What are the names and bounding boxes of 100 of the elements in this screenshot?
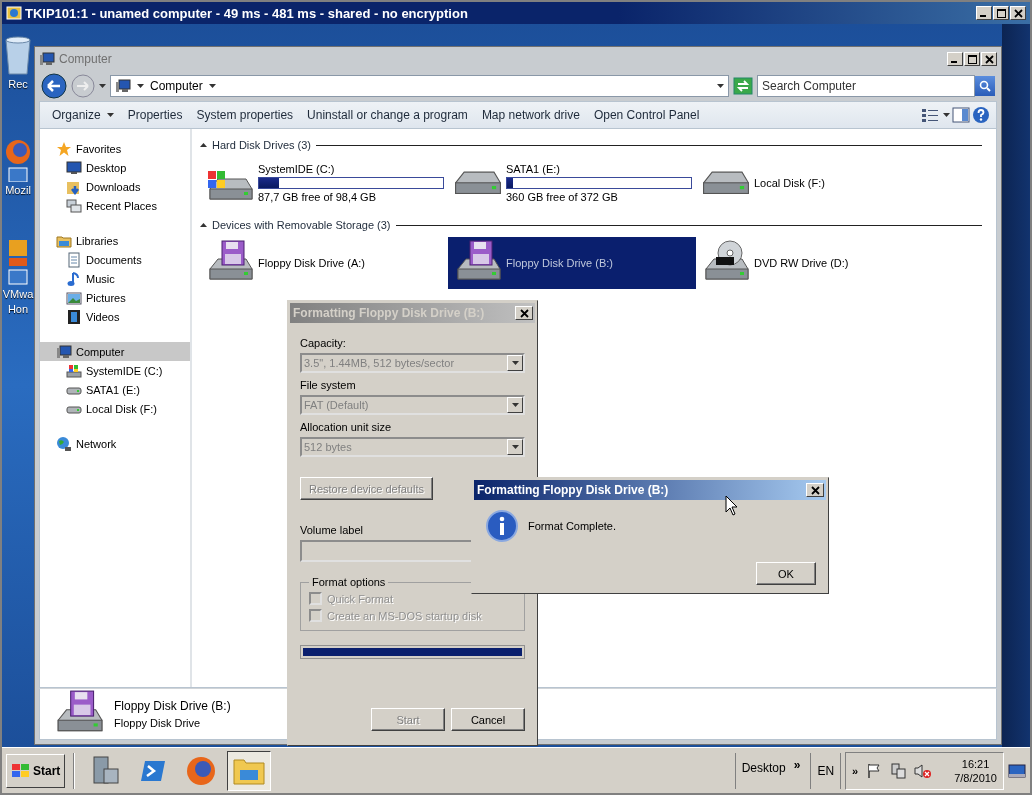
sidebar-item[interactable]: Pictures	[40, 288, 190, 307]
sidebar-item[interactable]: Music	[40, 269, 190, 288]
network-icon[interactable]	[890, 762, 907, 779]
maximize-button[interactable]	[964, 52, 980, 66]
star-icon	[56, 140, 72, 157]
dialog-button[interactable]: Cancel	[451, 708, 525, 731]
drive-tile[interactable]: Local Disk (F:)	[696, 157, 944, 209]
toolbar-button[interactable]: Properties	[121, 104, 189, 126]
computer-icon	[56, 343, 72, 360]
close-icon	[984, 54, 994, 64]
drive-name: SATA1 (E:)	[506, 163, 561, 175]
drive-name: Floppy Disk Drive (B:)	[506, 257, 613, 269]
group-header: Devices with Removable Storage (3)	[212, 219, 391, 231]
drive-name: Floppy Disk Drive (A:)	[258, 257, 365, 269]
drive-name: SystemIDE (C:)	[258, 163, 336, 175]
toolbar-label: Desktop	[741, 760, 786, 775]
ok-button[interactable]: OK	[756, 562, 816, 585]
close-button[interactable]	[806, 483, 824, 497]
free-space-text: 87,7 GB free of 98,4 GB	[258, 191, 377, 203]
icon-label: VMwa	[2, 288, 34, 301]
monitor-icon	[66, 159, 82, 176]
drive-tile[interactable]: Floppy Disk Drive (A:)	[200, 237, 448, 289]
window-title: TKIP101:1 - unamed computer - 49 ms - 481 ms - shared - no encryption	[25, 5, 469, 21]
sidebar-item[interactable]: Documents	[40, 250, 190, 269]
help-button[interactable]	[972, 106, 990, 124]
close-icon	[1013, 8, 1023, 18]
server-manager-icon	[90, 754, 121, 787]
search-field[interactable]: Search Computer	[757, 75, 975, 97]
sidebar-item[interactable]: Recent Places	[40, 196, 190, 215]
close-button[interactable]	[1010, 6, 1026, 20]
drive-tile[interactable]: Floppy Disk Drive (B:)	[448, 237, 696, 289]
clock-time: 16:21	[961, 757, 990, 770]
sidebar-item[interactable]: SystemIDE (C:)	[40, 361, 190, 380]
caret-icon	[137, 84, 144, 88]
info-icon	[486, 510, 518, 542]
speaker-muted-icon[interactable]	[914, 762, 933, 779]
details-type: Floppy Disk Drive	[114, 717, 202, 729]
back-button[interactable]	[41, 73, 67, 99]
sidebar-item[interactable]: Local Disk (F:)	[40, 399, 190, 418]
close-button[interactable]	[981, 52, 997, 66]
caret-icon	[511, 445, 519, 449]
sidebar-item[interactable]: Computer	[40, 342, 190, 361]
computer-icon	[39, 51, 55, 67]
details-name: Floppy Disk Drive (B:)	[114, 699, 231, 713]
hard-drive-icon	[702, 170, 750, 196]
caret-icon	[208, 84, 216, 88]
address-bar[interactable]: Computer	[110, 75, 729, 97]
sidebar-item[interactable]: Videos	[40, 307, 190, 326]
toolbar-button[interactable]: Organize	[46, 104, 120, 126]
sidebar-item[interactable]: Libraries	[40, 231, 190, 250]
maximize-icon	[996, 8, 1006, 18]
browser-icon	[3, 138, 33, 182]
show-hidden-icons-button[interactable]: »	[852, 764, 859, 777]
field-label: Volume label	[300, 524, 364, 536]
app-icon	[6, 5, 22, 21]
network-icon	[56, 435, 72, 452]
cursor-icon	[725, 495, 738, 516]
computer-icon	[115, 78, 131, 94]
collapse-icon[interactable]	[200, 143, 207, 147]
close-icon	[810, 485, 820, 495]
drive-tile[interactable]: DVD RW Drive (D:)	[696, 237, 944, 289]
more-button[interactable]: »	[793, 760, 801, 769]
field-label: File system	[300, 379, 357, 391]
view-options-button[interactable]	[921, 107, 941, 123]
windows-logo-icon	[11, 762, 31, 779]
drive-tile[interactable]: SystemIDE (C:) 87,7 GB free of 98,4 GB	[200, 157, 448, 209]
message-text: Format Complete.	[528, 520, 617, 532]
refresh-button[interactable]	[733, 77, 753, 95]
maximize-button[interactable]	[993, 6, 1009, 20]
toolbar-button[interactable]: Open Control Panel	[587, 104, 706, 126]
taskbar-button[interactable]	[227, 750, 272, 791]
drive-name: DVD RW Drive (D:)	[754, 257, 849, 269]
start-button[interactable]: Start	[6, 753, 66, 788]
toolbar-button[interactable]: System properties	[190, 104, 300, 126]
show-desktop-button[interactable]	[1008, 763, 1026, 778]
preview-pane-button[interactable]	[952, 107, 970, 123]
window-title: Computer	[59, 52, 113, 66]
sidebar-item[interactable]: Favorites	[40, 139, 190, 158]
minimize-button[interactable]	[976, 6, 992, 20]
caret-icon	[717, 84, 724, 88]
flag-icon[interactable]	[866, 762, 883, 779]
collapse-icon[interactable]	[200, 223, 207, 227]
sidebar-item[interactable]: Downloads	[40, 177, 190, 196]
sidebar-item[interactable]: Desktop	[40, 158, 190, 177]
caret-icon	[511, 361, 519, 365]
search-button[interactable]	[975, 76, 995, 96]
sidebar-item[interactable]: SATA1 (E:)	[40, 380, 190, 399]
dialog-title: Formatting Floppy Disk Drive (B:)	[477, 483, 670, 497]
icon-label: Rec	[8, 78, 28, 91]
close-icon	[519, 308, 529, 318]
toolbar-button[interactable]: Map network drive	[475, 104, 586, 126]
caret-icon	[943, 113, 950, 117]
close-button[interactable]	[515, 306, 533, 320]
minimize-button[interactable]	[947, 52, 963, 66]
caret-icon	[99, 84, 106, 88]
toolbar-button[interactable]: Uninstall or change a program	[301, 104, 474, 126]
language-indicator[interactable]: EN	[810, 752, 842, 789]
sidebar-item[interactable]: Network	[40, 434, 190, 453]
group-title: Format options	[311, 576, 387, 588]
drive-tile[interactable]: SATA1 (E:) 360 GB free of 372 GB	[448, 157, 696, 209]
